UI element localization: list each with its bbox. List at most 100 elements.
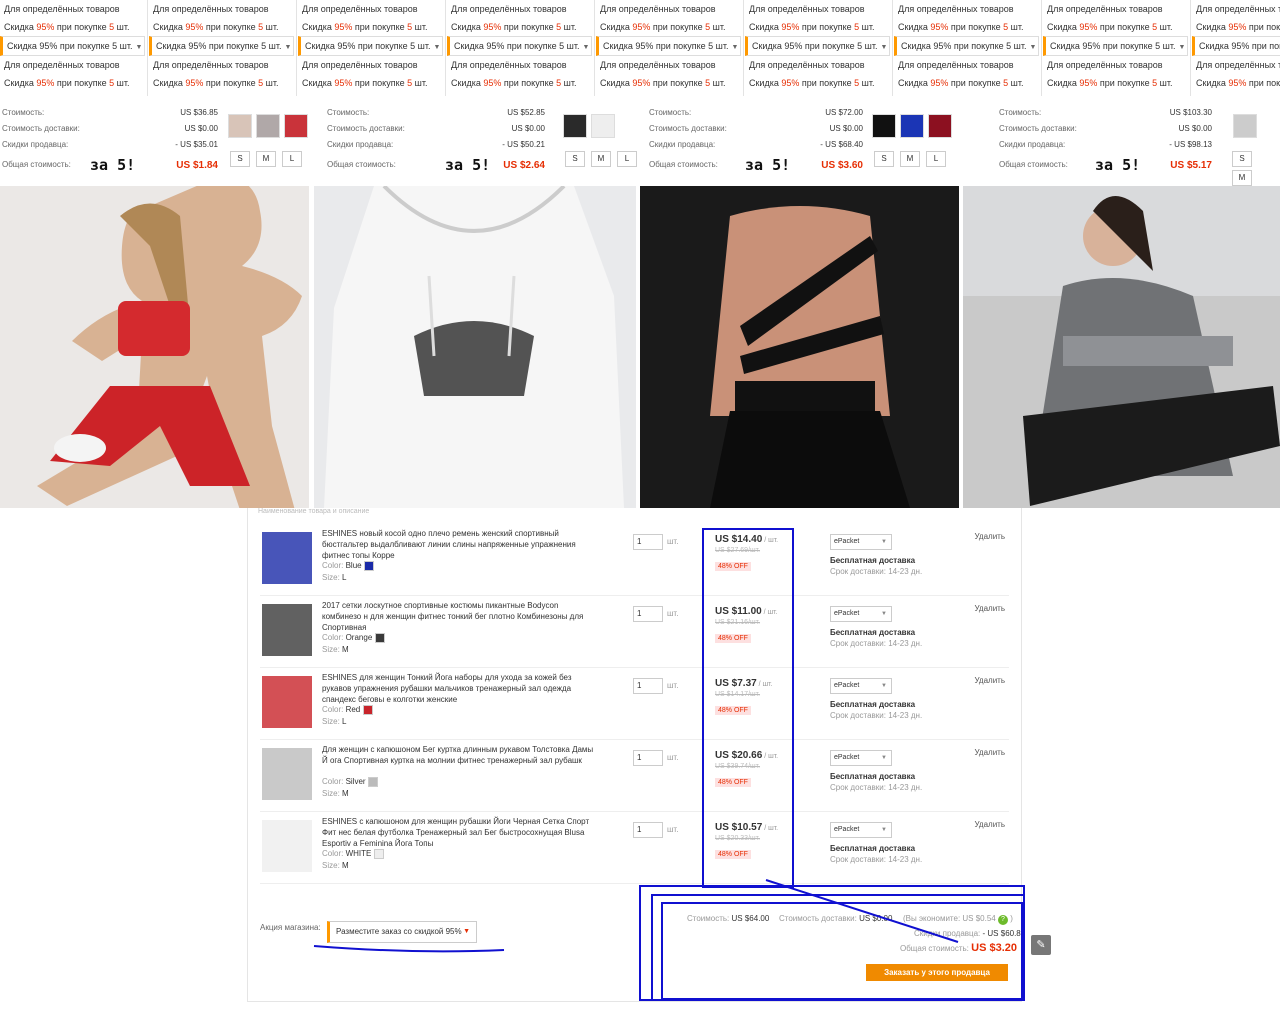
promo-dropdown[interactable]: Скидка 95% при покупке 5 шт.▼ xyxy=(447,36,592,56)
order-from-seller-button[interactable]: Заказать у этого продавца xyxy=(866,964,1008,981)
variant-thumb[interactable] xyxy=(563,114,587,138)
cart-item-row: ESHINES для женщин Тонкий Йога наборы дл… xyxy=(260,668,1009,740)
total-row: Стоимость: US $72.00 xyxy=(649,108,863,122)
shipping-method-select[interactable]: ePacket ▼ xyxy=(830,606,892,622)
shipping-method-select[interactable]: ePacket ▼ xyxy=(830,750,892,766)
variant-thumb[interactable] xyxy=(1233,114,1257,138)
remove-link[interactable]: Удалить xyxy=(974,676,1005,685)
variant-thumb[interactable] xyxy=(928,114,952,138)
promo-title: Для определённых товаров xyxy=(600,4,716,14)
total-row: Общая стоимость: US $2.64 xyxy=(327,160,545,174)
help-icon[interactable]: ? xyxy=(998,915,1008,925)
delivery-time: Срок доставки: 14-23 дн. xyxy=(830,783,923,792)
quantity-input[interactable]: 1 xyxy=(633,534,663,550)
chevron-down-icon: ▼ xyxy=(284,44,292,51)
product-title[interactable]: ESHINES для женщин Тонкий Йога наборы дл… xyxy=(322,672,597,705)
product-thumbnail[interactable] xyxy=(262,532,312,584)
promo-strip: Для определённых товаров Скидка 95% при п… xyxy=(0,0,1280,96)
product-thumbnail[interactable] xyxy=(262,820,312,872)
quantity-input[interactable]: 1 xyxy=(633,750,663,766)
remove-link[interactable]: Удалить xyxy=(974,604,1005,613)
promo-dropdown-value: Скидка 95% при покупке 5 шт. xyxy=(752,41,878,51)
variant-thumb[interactable] xyxy=(872,114,896,138)
remove-link[interactable]: Удалить xyxy=(974,820,1005,829)
color-value: Silver xyxy=(345,777,366,786)
size-option[interactable]: L xyxy=(926,151,946,167)
size-option[interactable]: M xyxy=(591,151,611,167)
promo-dropdown[interactable]: Скидка 95% при покупке 5 шт.▼ xyxy=(596,36,741,56)
promo-discount-part: Скидка xyxy=(898,78,931,88)
size-option[interactable]: M xyxy=(256,151,276,167)
size-option[interactable]: L xyxy=(282,151,302,167)
promo-dropdown-value: Скидка 95% при покупке 5 шт. xyxy=(901,41,1027,51)
promo-dropdown-value: Скидка 95% при покупке 5 шт. xyxy=(603,41,729,51)
product-title[interactable]: Для женщин с капюшоном Бег куртка длинны… xyxy=(322,744,597,766)
variant-thumb[interactable] xyxy=(256,114,280,138)
promo-line-3: Для определённых товаров xyxy=(894,56,1041,74)
size-attr: Size: L xyxy=(322,716,346,728)
size-option[interactable]: S xyxy=(230,151,250,167)
promo-discount-part: 95% xyxy=(930,22,949,32)
promo-dropdown[interactable]: Скидка 95% при покупке 5 шт.▼ xyxy=(1192,36,1280,56)
promo-discount-part: шт. xyxy=(263,78,279,88)
price-block: US $10.57 / шт. US $20.33/шт. 48% OFF xyxy=(715,822,778,859)
product-title[interactable]: ESHINES с капюшоном для женщин рубашки Й… xyxy=(322,816,597,849)
promo-dropdown[interactable]: Скидка 95% при покупке 5 шт.▼ xyxy=(0,36,145,56)
promo-dropdown[interactable]: Скидка 95% при покупке 5 шт.▼ xyxy=(1043,36,1188,56)
promo-discount-part: Скидка xyxy=(600,22,633,32)
quantity-input[interactable]: 1 xyxy=(633,822,663,838)
promo-dropdown[interactable]: Скидка 95% при покупке 5 шт.▼ xyxy=(149,36,294,56)
variant-thumb[interactable] xyxy=(900,114,924,138)
product-title[interactable]: 2017 сетки лоскутное спортивные костюмы … xyxy=(322,600,597,633)
quantity-input[interactable]: 1 xyxy=(633,606,663,622)
cart-item-row: 2017 сетки лоскутное спортивные костюмы … xyxy=(260,596,1009,668)
promo-line-3: Для определённых товаров xyxy=(1192,56,1280,74)
size-option[interactable]: S xyxy=(1232,151,1252,167)
free-shipping-label: Бесплатная доставка xyxy=(830,772,916,781)
promo-discount-part: Скидка xyxy=(1196,22,1229,32)
variant-thumb[interactable] xyxy=(284,114,308,138)
color-swatch xyxy=(362,704,373,715)
size-option[interactable]: L xyxy=(617,151,637,167)
cart-item-row: ESHINES новый косой одно плечо ремень же… xyxy=(260,524,1009,596)
promo-line-3: Для определённых товаров xyxy=(745,56,892,74)
product-thumbnail[interactable] xyxy=(262,748,312,800)
promo-discount-part: при покупке xyxy=(203,22,259,32)
remove-link[interactable]: Удалить xyxy=(974,748,1005,757)
shipping-method-select[interactable]: ePacket ▼ xyxy=(830,678,892,694)
size-option[interactable]: S xyxy=(874,151,894,167)
total-label: Общая стоимость: xyxy=(649,160,718,169)
remove-link[interactable]: Удалить xyxy=(974,532,1005,541)
quantity-input[interactable]: 1 xyxy=(633,678,663,694)
price-value: US $11.00 xyxy=(715,606,762,617)
promo-title: Для определённых товаров xyxy=(600,60,716,70)
promo-line-4: Скидка 95% при покупке 5 шт. xyxy=(0,74,147,92)
chevron-down-icon: ▼ xyxy=(881,539,887,545)
promo-dropdown[interactable]: Скидка 95% при покупке 5 шт.▼ xyxy=(298,36,443,56)
promo-dropdown[interactable]: Скидка 95% при покупке 5 шт.▼ xyxy=(894,36,1039,56)
color-label: Color: xyxy=(322,849,344,858)
variant-thumb[interactable] xyxy=(591,114,615,138)
edit-pencil-icon[interactable]: ✎ xyxy=(1031,935,1051,955)
promo-dropdown[interactable]: Скидка 95% при покупке 5 шт.▼ xyxy=(745,36,890,56)
product-thumbnail[interactable] xyxy=(262,604,312,656)
product-title[interactable]: ESHINES новый косой одно плечо ремень же… xyxy=(322,528,597,561)
price-value: US $7.37 xyxy=(715,678,757,689)
product-thumbnail[interactable] xyxy=(262,676,312,728)
product-photos xyxy=(0,186,1280,508)
store-promo-select[interactable]: Разместите заказ со скидкой 95% ▼ xyxy=(327,921,477,943)
size-option[interactable]: M xyxy=(900,151,920,167)
shipping-method-select[interactable]: ePacket ▼ xyxy=(830,534,892,550)
shipping-method-select[interactable]: ePacket ▼ xyxy=(830,822,892,838)
promo-discount-part: при покупке xyxy=(1248,22,1280,32)
promo-line-2: Скидка 95% при покупке 5 шт. xyxy=(149,18,296,36)
price-block: US $11.00 / шт. US $21.16/шт. 48% OFF xyxy=(715,606,778,643)
total-label: Общая стоимость: xyxy=(999,160,1068,169)
seller-total-box: Стоимость: US $52.85 Стоимость доставки: US… xyxy=(325,98,545,184)
promo-dropdown-value: Скидка 95% при покупке 5 шт. xyxy=(454,41,580,51)
size-option[interactable]: M xyxy=(1232,170,1252,186)
variant-thumb[interactable] xyxy=(228,114,252,138)
price-per: / шт. xyxy=(756,681,773,688)
size-option[interactable]: S xyxy=(565,151,585,167)
promo-discount-part: шт. xyxy=(114,22,130,32)
